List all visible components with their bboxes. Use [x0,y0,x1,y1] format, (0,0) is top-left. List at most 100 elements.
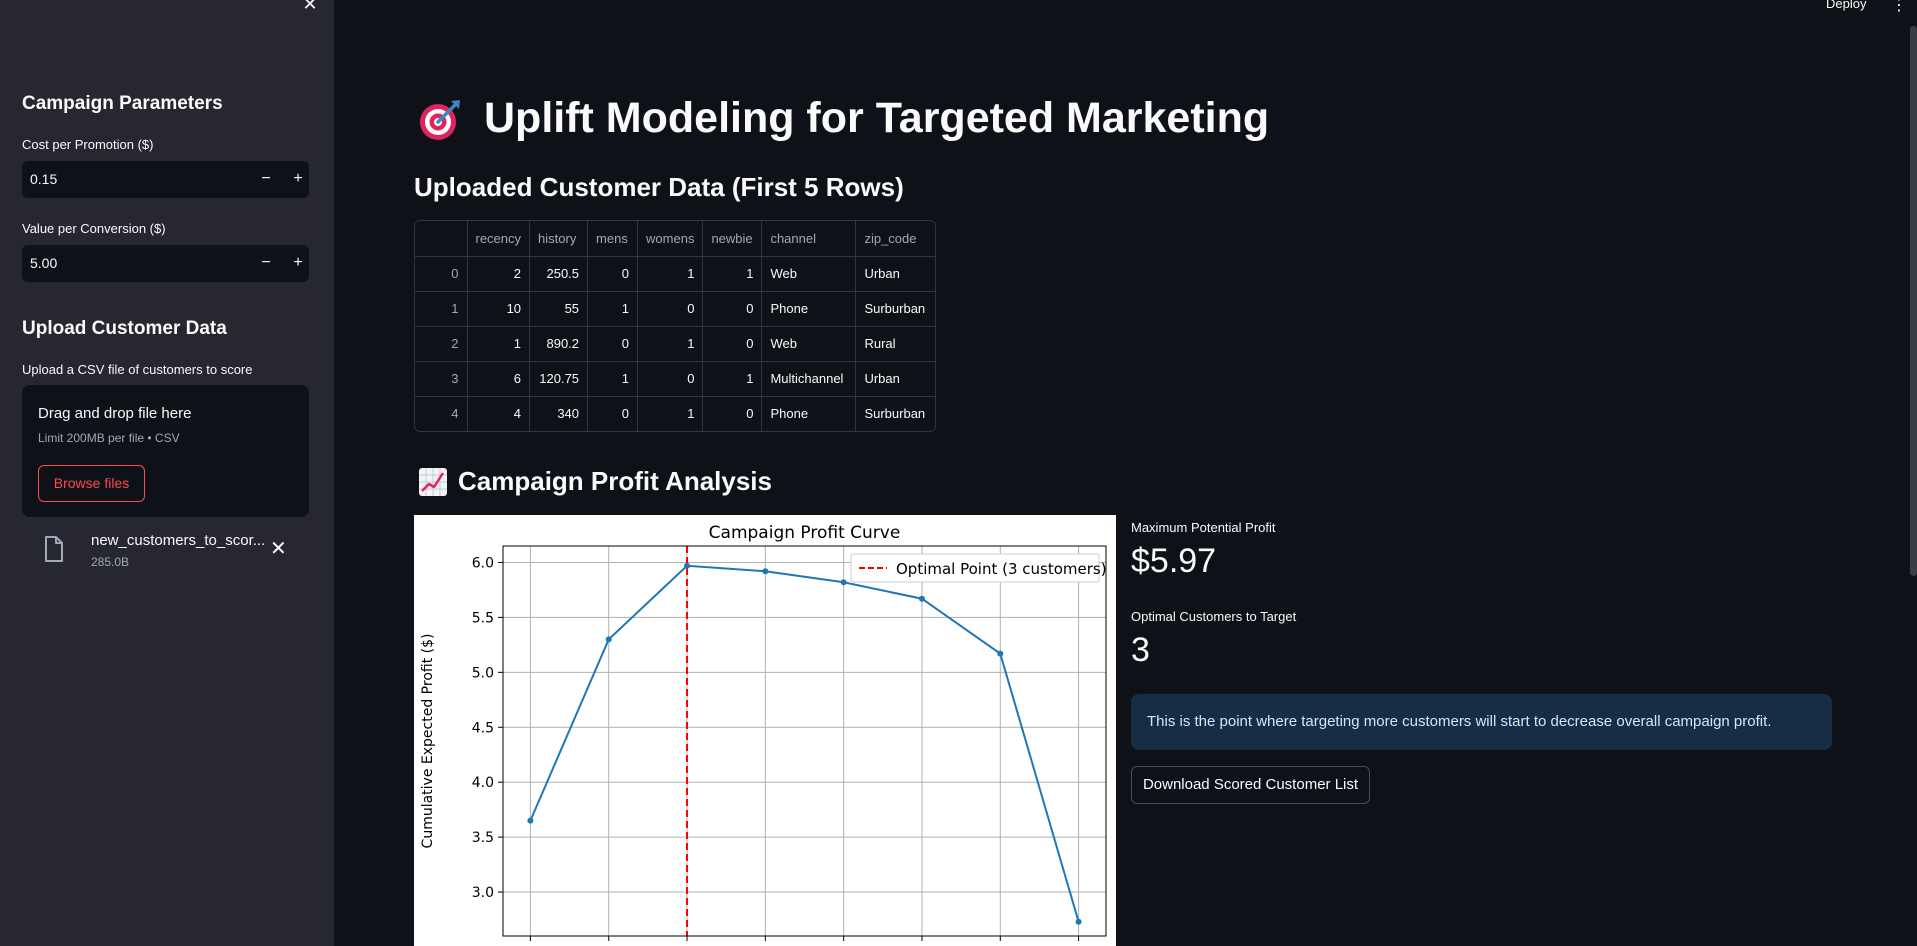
table-cell[interactable]: Multichannel [761,361,857,397]
download-scored-list-button[interactable]: Download Scored Customer List [1131,766,1370,804]
deploy-button[interactable]: Deploy [1826,0,1866,11]
y-tick-label: 6.0 [472,555,494,571]
app-root: ✕ Campaign Parameters Cost per Promotion… [0,0,1917,946]
table-cell[interactable]: Urban [855,361,935,397]
table-cell[interactable]: Web [761,256,857,292]
table-cell[interactable]: 2 [415,326,468,362]
table-cell[interactable]: 0 [637,291,704,327]
uploaded-file-item: new_customers_to_scor... 285.0B ✕ [22,528,309,574]
table-cell[interactable]: 4 [415,396,468,431]
table-cell[interactable]: 55 [529,291,589,327]
table-cell[interactable]: 1 [702,256,763,292]
table-cell[interactable]: 0 [702,396,763,431]
max-profit-label: Maximum Potential Profit [1131,520,1276,535]
sidebar-close-icon[interactable]: ✕ [300,0,320,13]
table-header-newbie[interactable]: newbie [702,221,763,257]
browse-files-button[interactable]: Browse files [38,465,145,502]
table-header-mens[interactable]: mens [587,221,639,257]
value-per-conversion-label: Value per Conversion ($) [22,221,166,236]
table-header-zip-code[interactable]: zip_code [855,221,935,257]
target-icon [420,100,460,140]
table-cell[interactable]: Surburban [856,396,935,431]
file-dropzone[interactable]: Drag and drop file here Limit 200MB per … [22,385,309,517]
table-cell[interactable]: 120.75 [529,361,589,397]
table-row: 3 6 120.75 1 0 1 Multichannel Urban [415,361,935,397]
table-cell[interactable]: 0 [587,326,639,362]
table-cell[interactable]: Surburban [855,291,935,327]
table-cell[interactable]: Urban [855,256,935,292]
max-profit-value: $5.97 [1131,542,1217,580]
y-tick-label: 3.0 [472,885,494,901]
dropzone-title: Drag and drop file here [38,405,192,422]
upload-customer-data-heading: Upload Customer Data [22,318,227,339]
table-cell[interactable]: 1 [637,256,704,292]
cost-increment-button[interactable]: + [282,161,314,198]
data-point [605,636,612,643]
table-cell[interactable]: 0 [587,256,639,292]
table-cell[interactable]: 340 [529,396,589,431]
uploaded-file-size: 285.0B [91,555,130,569]
table-header-recency[interactable]: recency [467,221,531,257]
main-menu-icon[interactable]: ⋮ [1891,0,1907,15]
data-point [684,562,691,569]
legend-entry: Optimal Point (3 customers) [896,560,1107,578]
y-tick-label: 5.0 [472,665,494,681]
cost-per-promotion-label: Cost per Promotion ($) [22,137,154,152]
table-cell[interactable]: 0 [702,326,763,362]
table-cell[interactable]: Web [761,326,857,362]
table-cell[interactable]: Phone [761,291,857,327]
campaign-parameters-heading: Campaign Parameters [22,93,223,114]
uploaded-data-heading: Uploaded Customer Data (First 5 Rows) [414,172,904,202]
table-row: 0 2 250.5 0 1 1 Web Urban [415,256,935,292]
info-alert-text: This is the point where targeting more c… [1147,713,1772,730]
table-cell[interactable]: 1 [415,291,468,327]
table-row: 1 10 55 1 0 0 Phone Surburban [415,291,935,327]
table-cell[interactable]: 4 [467,396,531,431]
table-cell[interactable]: 1 [637,326,704,362]
customer-data-table[interactable]: recency history mens womens newbie chann… [414,220,936,432]
table-cell[interactable]: 0 [587,396,639,431]
table-cell[interactable]: 890.2 [529,326,589,362]
cost-per-promotion-input[interactable]: 0.15 − + [22,161,309,198]
table-cell[interactable]: 1 [587,291,639,327]
uploaded-file-name: new_customers_to_scor... [91,532,266,549]
y-tick-label: 4.5 [472,720,494,736]
value-decrement-button[interactable]: − [250,245,282,282]
table-header-channel[interactable]: channel [761,221,857,257]
cost-decrement-button[interactable]: − [250,161,282,198]
y-tick-label: 3.5 [472,830,494,846]
table-cell[interactable]: 0 [702,291,763,327]
value-per-conversion-value[interactable]: 5.00 [30,245,57,282]
table-cell[interactable]: 2 [467,256,531,292]
main-scrollbar[interactable] [1910,26,1917,576]
table-cell[interactable]: 10 [467,291,531,327]
profit-chart: 3.0 3.5 4.0 4.5 5.0 5.5 6.0 Campaign Profit Cu… [414,515,1116,946]
cost-per-promotion-value[interactable]: 0.15 [30,161,57,198]
table-cell[interactable]: 0 [415,256,468,292]
optimal-customers-label: Optimal Customers to Target [1131,609,1297,624]
table-row: 4 4 340 0 1 0 Phone Surburban [415,396,935,431]
remove-file-icon[interactable]: ✕ [270,536,287,561]
info-alert: This is the point where targeting more c… [1131,694,1832,750]
chart-title: Campaign Profit Curve [709,523,901,543]
campaign-profit-heading: Campaign Profit Analysis [458,466,772,496]
table-cell[interactable]: Rural [855,326,935,362]
table-cell[interactable]: 0 [637,361,704,397]
table-cell[interactable]: 1 [702,361,763,397]
table-cell[interactable]: 1 [637,396,704,431]
chart-axes-frame [502,545,1107,937]
table-cell[interactable]: 250.5 [529,256,589,292]
table-header-history[interactable]: history [529,221,589,257]
table-cell[interactable]: 1 [587,361,639,397]
table-header-index[interactable] [415,221,468,257]
data-point [997,650,1004,657]
dropzone-limit: Limit 200MB per file • CSV [38,431,180,445]
value-increment-button[interactable]: + [282,245,314,282]
table-cell[interactable]: Phone [761,396,857,431]
table-header-womens[interactable]: womens [637,221,704,257]
value-per-conversion-input[interactable]: 5.00 − + [22,245,309,282]
table-cell[interactable]: 6 [467,361,531,397]
data-point [840,579,847,586]
table-cell[interactable]: 3 [415,361,468,397]
table-cell[interactable]: 1 [467,326,531,362]
